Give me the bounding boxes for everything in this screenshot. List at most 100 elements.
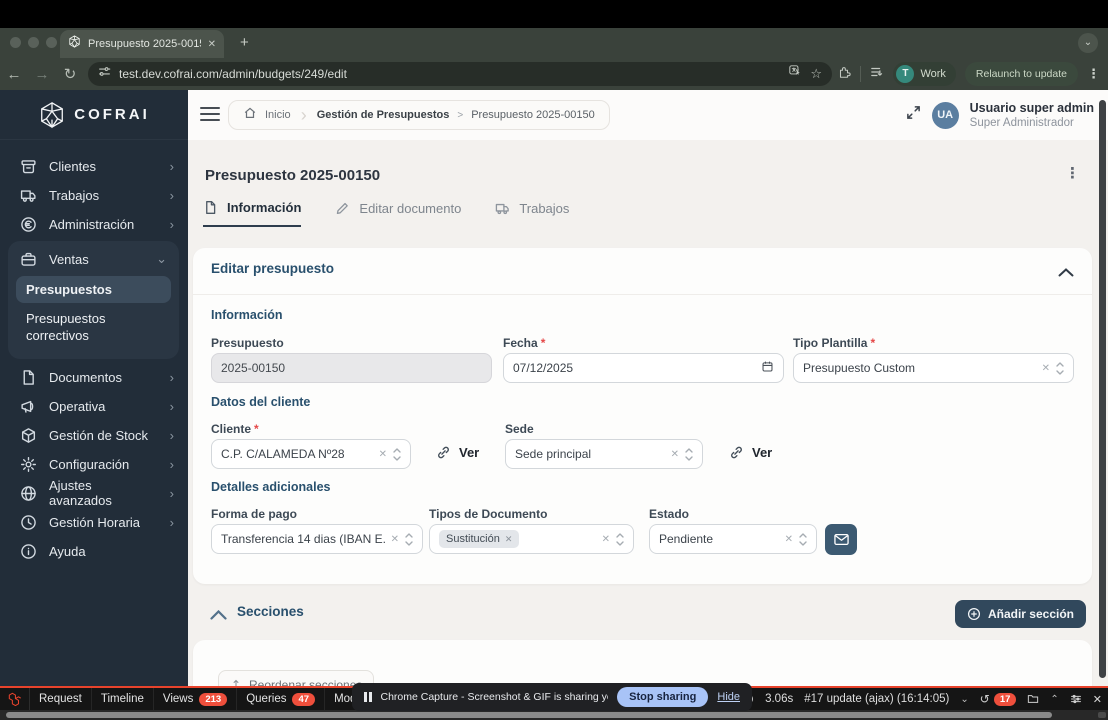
horizontal-scrollbar-thumb[interactable] [6,712,1052,718]
close-window-button[interactable] [10,37,21,48]
sidebar-item-trabajos[interactable]: Trabajos › [0,181,188,210]
hide-banner-link[interactable]: Hide [717,691,740,703]
browser-menu-icon[interactable]: ⋮ [1087,66,1100,82]
chip-remove-icon[interactable]: ✕ [505,534,513,545]
maximize-debugbar-chevron-icon[interactable]: ⌃ [1050,694,1058,705]
extensions-icon[interactable] [837,65,852,84]
zoom-window-button[interactable] [46,37,57,48]
tipos-documento-chip[interactable]: Sustitución ✕ [439,530,520,548]
clear-icon[interactable]: ✕ [671,449,679,460]
breadcrumb-home[interactable]: Inicio [265,109,291,121]
sidebar-item-gestion-horaria[interactable]: Gestión Horaria › [0,508,188,537]
address-bar[interactable]: test.dev.cofrai.com/admin/budgets/249/ed… [88,62,832,86]
link-icon [731,446,742,459]
tipo-plantilla-select[interactable]: Presupuesto Custom ✕ [793,353,1074,383]
page-actions-kebab-icon[interactable]: ⋮ [1065,164,1080,182]
ver-cliente-link[interactable]: Ver [436,445,479,460]
page-scrollbar-thumb[interactable] [1099,100,1106,678]
reorder-sections-button[interactable]: Reordenar secciones [218,670,375,686]
relaunch-to-update-button[interactable]: Relaunch to update [964,62,1078,86]
calendar-icon[interactable] [761,360,774,376]
history-button[interactable]: ↺ 17 [980,692,1017,706]
site-settings-icon[interactable] [98,65,111,83]
pause-icon[interactable] [364,692,372,702]
home-icon[interactable] [243,106,257,125]
clear-icon[interactable]: ✕ [785,534,793,545]
sidebar-item-gestion-stock[interactable]: Gestión de Stock › [0,421,188,450]
sidebar-item-ayuda[interactable]: Ayuda [0,537,188,566]
ver-sede-link[interactable]: Ver [729,445,772,460]
tab-editar-documento[interactable]: Editar documento [335,200,461,227]
reading-list-icon[interactable] [870,65,884,84]
cliente-select[interactable]: C.P. C/ALAMEDA Nº28 ✕ [211,439,411,469]
sidebar-item-configuracion[interactable]: Configuración › [0,450,188,479]
select-chevrons-icon[interactable] [393,447,401,462]
clear-icon[interactable]: ✕ [602,534,610,545]
folder-icon[interactable] [1027,693,1039,705]
sections-collapse-chevron-icon[interactable] [210,607,227,625]
tab-informacion[interactable]: Información [203,200,302,227]
history-count-badge: 17 [993,692,1017,706]
clear-icon[interactable]: ✕ [379,449,387,460]
hamburger-menu-icon[interactable] [200,107,220,125]
send-email-button[interactable] [825,524,857,555]
user-avatar[interactable]: UA [931,101,959,129]
fecha-value[interactable]: 07/12/2025 [513,361,755,375]
new-tab-button[interactable]: + [240,34,249,52]
reload-button[interactable]: ↻ [56,65,84,83]
bookmark-star-icon[interactable]: ☆ [810,66,822,82]
select-chevrons-icon[interactable] [616,532,624,547]
tab-close-icon[interactable]: ✕ [208,39,216,50]
mac-menu-strip [0,0,1108,28]
sidebar-subitem-presupuestos[interactable]: Presupuestos [16,276,171,303]
sidebar-item-documentos[interactable]: Documentos › [0,363,188,392]
requests-dropdown-chevron-icon[interactable]: ⌄ [960,694,968,705]
request-label[interactable]: #17 update (ajax) (16:14:05) [804,693,949,705]
collapse-chevron-up-icon[interactable] [1058,264,1074,282]
debugbar-tab-timeline[interactable]: Timeline [92,688,154,710]
clear-icon[interactable]: ✕ [391,534,399,545]
sidebar-item-operativa[interactable]: Operativa › [0,392,188,421]
stop-sharing-button[interactable]: Stop sharing [617,687,709,707]
tab-trabajos[interactable]: Trabajos [495,200,569,227]
fecha-field[interactable]: 07/12/2025 [503,353,784,383]
breadcrumb-section[interactable]: Gestión de Presupuestos [317,109,450,121]
estado-select[interactable]: Pendiente ✕ [649,524,817,554]
add-section-button[interactable]: Añadir sección [954,600,1086,628]
debugbar-tab-request[interactable]: Request [30,688,92,710]
brand-logo[interactable]: COFRAI [0,90,188,140]
sidebar-item-ventas[interactable]: Ventas ⌄ [8,244,179,274]
debugbar-tab-queries[interactable]: Queries 47 [237,688,326,710]
forma-pago-select[interactable]: Transferencia 14 dias (IBAN E... ✕ [211,524,423,554]
back-button[interactable]: ← [0,66,28,83]
sede-select[interactable]: Sede principal ✕ [505,439,703,469]
sidebar-item-ajustes-avanzados[interactable]: Ajustes avanzados › [0,478,188,508]
fullscreen-icon[interactable] [906,105,921,125]
topbar-right: UA Usuario super admin Super Administrad… [906,90,1094,140]
laravel-icon[interactable] [0,688,30,710]
settings-sliders-icon[interactable] [1070,693,1082,705]
window-controls[interactable] [10,37,57,48]
sidebar-item-administracion[interactable]: Administración › [0,210,188,239]
select-chevrons-icon[interactable] [405,532,413,547]
sidebar-item-label: Operativa [49,398,106,414]
globe-icon [20,485,37,502]
sidebar-item-clientes[interactable]: Clientes › [0,152,188,181]
select-chevrons-icon[interactable] [1056,361,1064,376]
select-chevrons-icon[interactable] [799,532,807,547]
tab-search-chevron-icon[interactable]: ⌄ [1078,33,1098,53]
minimize-window-button[interactable] [28,37,39,48]
tipo-plantilla-label: Tipo Plantilla * [793,336,876,350]
sidebar-subitem-presupuestos-correctivos[interactable]: Presupuestos correctivos [16,305,171,351]
browser-profile-button[interactable]: T Work [893,62,956,86]
clear-icon[interactable]: ✕ [1042,363,1050,374]
url-text[interactable]: test.dev.cofrai.com/admin/budgets/249/ed… [119,67,781,81]
select-chevrons-icon[interactable] [685,447,693,462]
translate-icon[interactable] [789,65,802,83]
tab-favicon-icon [68,35,81,53]
debugbar-tab-views[interactable]: Views 213 [154,688,238,710]
browser-tab[interactable]: Presupuesto 2025-00150 - C ✕ [60,30,224,58]
tipos-documento-select[interactable]: Sustitución ✕ ✕ [429,524,634,554]
close-debugbar-icon[interactable]: ✕ [1093,693,1102,706]
forward-button[interactable]: → [28,66,56,83]
